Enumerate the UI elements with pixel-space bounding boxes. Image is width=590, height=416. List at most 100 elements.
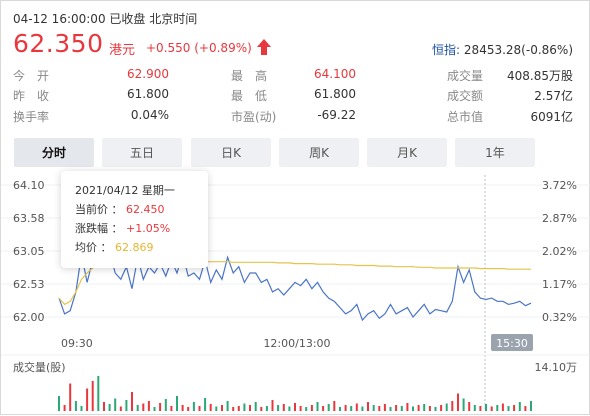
datetime: 04-12 16:00:00 bbox=[13, 12, 106, 26]
volume-bar bbox=[344, 405, 347, 411]
hang-seng-index[interactable]: 恒指: 28453.28(-0.86%) bbox=[432, 41, 573, 58]
tooltip-pct-value: +1.05% bbox=[126, 222, 171, 235]
currency-label: 港元 bbox=[109, 43, 136, 58]
volume-bar bbox=[294, 403, 296, 411]
volume-bar bbox=[485, 404, 487, 411]
volume-bar bbox=[249, 405, 251, 411]
stat-value-market-cap: 6091亿 bbox=[530, 110, 573, 124]
current-price: 62.350 bbox=[13, 29, 104, 58]
volume-bar bbox=[86, 388, 89, 411]
volume-bar bbox=[288, 406, 291, 411]
volume-bar bbox=[395, 405, 398, 411]
volume-bar bbox=[63, 405, 66, 411]
volume-bar bbox=[310, 405, 313, 411]
timezone: 北京时间 bbox=[149, 12, 198, 26]
volume-bar bbox=[136, 405, 139, 411]
volume-bar bbox=[204, 398, 207, 411]
stock-panel: 04-12 16:00:00 已收盘 北京时间 62.350 港元 +0.550… bbox=[0, 0, 590, 415]
tab-intraday[interactable]: 分时 bbox=[14, 138, 94, 167]
volume-bar bbox=[316, 402, 319, 411]
volume-bar bbox=[479, 406, 482, 411]
volume-bar bbox=[473, 405, 476, 411]
volume-bar bbox=[383, 404, 386, 411]
volume-bar bbox=[125, 400, 128, 411]
market-status: 已收盘 bbox=[109, 12, 146, 26]
y-tick-left: 62.00 bbox=[13, 311, 45, 324]
volume-bar bbox=[361, 406, 364, 411]
stat-label-volume: 成交量 bbox=[447, 69, 484, 83]
volume-bar bbox=[114, 398, 117, 411]
stat-value-turnover: 0.04% bbox=[130, 108, 169, 122]
stat-value-pe: -69.22 bbox=[317, 108, 356, 122]
volume-bar bbox=[170, 406, 173, 411]
stat-value-high: 64.100 bbox=[314, 67, 356, 81]
volume-bar bbox=[131, 392, 133, 411]
stat-label-amount: 成交额 bbox=[447, 89, 484, 103]
volume-bar bbox=[389, 407, 392, 411]
tab-five-day[interactable]: 五日 bbox=[102, 138, 182, 167]
volume-bar bbox=[417, 405, 420, 411]
volume-bar bbox=[147, 401, 150, 411]
volume-bar bbox=[457, 393, 459, 411]
hsi-value: 28453.28(-0.86%) bbox=[463, 43, 573, 57]
stat-value-open: 62.900 bbox=[127, 67, 169, 81]
y-tick-left: 64.10 bbox=[13, 179, 45, 192]
volume-bar bbox=[237, 406, 240, 411]
y-tick-right: 1.17% bbox=[542, 278, 577, 291]
volume-bar bbox=[501, 403, 504, 411]
volume-bar bbox=[412, 406, 414, 411]
volume-bar bbox=[58, 396, 60, 411]
volume-max-label: 14.10万 bbox=[535, 361, 578, 374]
volume-bar bbox=[198, 406, 201, 411]
volume-bar bbox=[260, 407, 263, 411]
stat-label-open: 今 开 bbox=[13, 69, 50, 83]
hsi-label: 恒指: bbox=[432, 43, 461, 57]
volume-bar bbox=[367, 402, 369, 411]
stat-value-amount: 2.57亿 bbox=[534, 89, 573, 103]
chart-tooltip: 2021/04/12 星期一 当前价 ： 62.450 涨跌幅 ： +1.05%… bbox=[61, 171, 208, 268]
tab-weekly-k[interactable]: 周K bbox=[279, 138, 359, 167]
tooltip-weekday: 星期一 bbox=[141, 184, 175, 197]
y-tick-right: 2.87% bbox=[542, 212, 577, 225]
tab-one-year[interactable]: 1年 bbox=[455, 138, 535, 167]
volume-bar bbox=[91, 381, 94, 411]
volume-bar bbox=[187, 407, 190, 411]
volume-bar bbox=[524, 406, 527, 411]
volume-bar bbox=[69, 383, 72, 411]
stat-label-turnover: 换手率 bbox=[13, 110, 50, 124]
tooltip-avg-label: 均价 bbox=[75, 241, 97, 254]
stat-label-market-cap: 总市值 bbox=[447, 110, 484, 124]
volume-bar bbox=[339, 407, 341, 411]
volume-bar bbox=[153, 407, 156, 411]
volume-bar bbox=[350, 406, 353, 411]
volume-bar bbox=[428, 406, 431, 411]
volume-bar bbox=[181, 405, 184, 411]
y-tick-right: 0.32% bbox=[542, 311, 577, 324]
volume-bar bbox=[74, 401, 77, 411]
volume-bar bbox=[333, 401, 336, 411]
volume-bar bbox=[142, 403, 145, 411]
volume-bar bbox=[378, 406, 381, 411]
tab-daily-k[interactable]: 日K bbox=[191, 138, 271, 167]
volume-bar bbox=[406, 403, 409, 411]
volume-bar bbox=[513, 405, 516, 411]
volume-bar bbox=[243, 403, 246, 411]
tooltip-date-row: 2021/04/12 星期一 bbox=[75, 181, 194, 200]
volume-bar bbox=[282, 404, 285, 411]
volume-bar bbox=[176, 396, 178, 411]
change-value: +0.550 bbox=[146, 41, 191, 55]
tab-monthly-k[interactable]: 月K bbox=[367, 138, 447, 167]
volume-bar bbox=[355, 403, 358, 411]
volume-bar bbox=[322, 406, 325, 411]
volume-bar bbox=[97, 376, 100, 411]
volume-bar bbox=[440, 405, 443, 411]
price-change: +0.550 (+0.89%) bbox=[146, 41, 252, 55]
tooltip-avg-value: 62.869 bbox=[115, 241, 154, 254]
volume-bar bbox=[254, 402, 257, 411]
tooltip-price-value: 62.450 bbox=[126, 203, 165, 216]
arrow-up-icon bbox=[257, 39, 271, 55]
volume-bar bbox=[215, 406, 218, 411]
volume-bar bbox=[327, 404, 330, 411]
tooltip-price-row: 当前价 ： 62.450 bbox=[75, 203, 165, 216]
y-tick-left: 62.53 bbox=[13, 278, 45, 291]
